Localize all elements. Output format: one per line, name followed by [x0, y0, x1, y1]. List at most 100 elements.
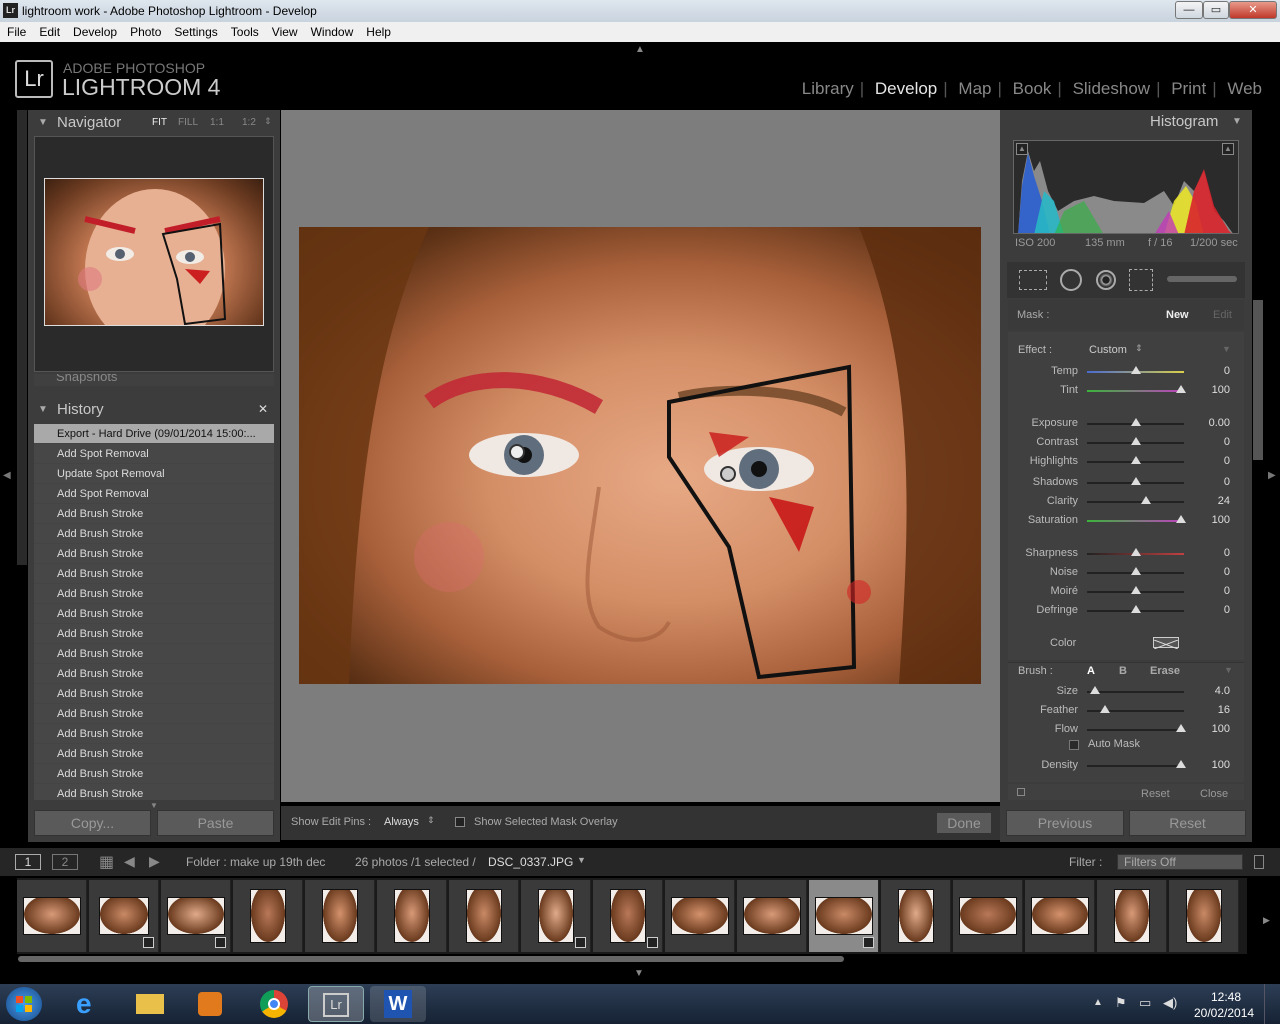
chrome-icon[interactable] [246, 986, 302, 1022]
history-item[interactable]: Add Brush Stroke [34, 724, 274, 744]
moire-slider-handle[interactable] [1130, 586, 1141, 594]
filmstrip-thumbnail[interactable] [99, 897, 149, 935]
saturation-value[interactable]: 100 [1190, 514, 1230, 526]
menu-view[interactable]: View [265, 22, 304, 39]
start-button[interactable] [6, 987, 42, 1021]
history-item[interactable]: Add Brush Stroke [34, 704, 274, 724]
filmstrip-thumbnail[interactable] [167, 897, 225, 935]
filmstrip-thumbnail[interactable] [23, 897, 81, 935]
grid-view-icon[interactable]: ▦ [99, 852, 114, 872]
module-print[interactable]: Print [1165, 79, 1212, 98]
selected-filename[interactable]: DSC_0337.JPG [488, 855, 573, 869]
mask-edit-button[interactable]: Edit [1213, 309, 1232, 321]
mask-overlay-checkbox[interactable] [455, 817, 465, 827]
show-desktop-button[interactable] [1264, 984, 1280, 1024]
mask-new-button[interactable]: New [1166, 309, 1189, 321]
panel-switch-icon[interactable] [1017, 788, 1025, 796]
history-item[interactable]: Add Spot Removal [34, 484, 274, 504]
filmstrip-thumbnail[interactable] [898, 889, 934, 943]
size-slider-handle[interactable] [1089, 686, 1100, 694]
filmstrip-thumbnail[interactable] [815, 897, 873, 935]
history-item[interactable]: Add Brush Stroke [34, 664, 274, 684]
filmstrip-cell[interactable] [593, 880, 663, 952]
filmstrip-cell[interactable] [737, 880, 807, 952]
adjustment-brush-icon[interactable] [1167, 276, 1237, 282]
collapse-bottom-icon[interactable]: ▼ [634, 968, 644, 979]
noise-slider-handle[interactable] [1130, 567, 1141, 575]
history-item[interactable]: Add Brush Stroke [34, 684, 274, 704]
brush-a-button[interactable]: A [1087, 665, 1095, 677]
history-item[interactable]: Add Brush Stroke [34, 524, 274, 544]
paste-settings-button[interactable]: Paste [157, 810, 274, 836]
module-develop[interactable]: Develop [869, 79, 943, 98]
filmstrip-thumbnail[interactable] [1031, 897, 1089, 935]
reset-button[interactable]: Reset [1129, 810, 1246, 836]
filmstrip-thumbnail[interactable] [466, 889, 502, 943]
filmstrip-thumbnail[interactable] [1186, 889, 1222, 943]
filmstrip-thumbnail[interactable] [959, 897, 1017, 935]
filter-select[interactable]: Filters Off [1117, 854, 1243, 870]
history-item[interactable]: Add Brush Stroke [34, 744, 274, 764]
history-item[interactable]: Add Spot Removal [34, 444, 274, 464]
clock-time[interactable]: 12:48 [1211, 990, 1241, 1004]
history-item[interactable]: Add Brush Stroke [34, 784, 274, 800]
menu-edit[interactable]: Edit [32, 22, 66, 39]
filmstrip-scroll-right-icon[interactable]: ▶ [1263, 915, 1270, 926]
edit-pins-select[interactable]: Always [384, 816, 419, 828]
highlight-clipping-icon[interactable]: ▲ [1222, 143, 1234, 155]
menu-photo[interactable]: Photo [123, 22, 167, 39]
primary-screen-button[interactable]: 1 [15, 854, 41, 870]
brush-collapse-icon[interactable]: ▼ [1224, 665, 1233, 675]
volume-icon[interactable]: ◀) [1163, 995, 1177, 1011]
menu-help[interactable]: Help [359, 22, 397, 39]
clarity-value[interactable]: 24 [1190, 495, 1230, 507]
done-button[interactable]: Done [936, 812, 992, 834]
history-scroll-down-icon[interactable]: ▼ [150, 801, 158, 810]
zoom-1-1[interactable]: 1:1 [210, 117, 224, 128]
edit-pins-dropdown-icon[interactable]: ⇕ [427, 815, 435, 826]
filmstrip-cell[interactable] [1169, 880, 1239, 952]
menu-window[interactable]: Window [304, 22, 360, 39]
sharpness-slider-handle[interactable] [1130, 548, 1141, 556]
saturation-slider[interactable] [1087, 520, 1184, 522]
defringe-slider-handle[interactable] [1130, 605, 1141, 613]
moire-value[interactable]: 0 [1190, 585, 1230, 597]
filmstrip-cell[interactable] [665, 880, 735, 952]
filmstrip-thumbnail[interactable] [610, 889, 646, 943]
tint-slider[interactable] [1087, 390, 1184, 392]
density-slider-handle[interactable] [1176, 760, 1187, 768]
clarity-slider[interactable] [1087, 501, 1184, 503]
collapse-top-icon[interactable]: ▲ [635, 44, 645, 55]
history-collapse-icon[interactable]: ▼ [38, 404, 48, 415]
temp-slider-handle[interactable] [1130, 366, 1141, 374]
exposure-slider-handle[interactable] [1130, 418, 1141, 426]
filmstrip-thumbnail[interactable] [250, 889, 286, 943]
collapse-right-icon[interactable]: ▶ [1268, 470, 1276, 481]
filmstrip-cell[interactable] [1097, 880, 1167, 952]
filmstrip-thumbnail[interactable] [671, 897, 729, 935]
filmstrip-cell[interactable] [233, 880, 303, 952]
zoom-dropdown-icon[interactable]: ⇕ [264, 116, 272, 127]
color-swatch[interactable] [1153, 637, 1179, 650]
red-eye-icon[interactable] [1096, 270, 1116, 290]
auto-mask-checkbox[interactable] [1069, 740, 1079, 750]
filmstrip-cell[interactable] [89, 880, 159, 952]
shadows-value[interactable]: 0 [1190, 476, 1230, 488]
history-item-selected[interactable]: Export - Hard Drive (09/01/2014 15:00:..… [34, 424, 274, 444]
highlights-slider-handle[interactable] [1130, 456, 1141, 464]
filename-dropdown-icon[interactable]: ▼ [577, 855, 586, 865]
shadow-clipping-icon[interactable]: ▲ [1016, 143, 1028, 155]
filmstrip-cell[interactable] [1025, 880, 1095, 952]
edit-pin[interactable] [509, 444, 525, 460]
shadows-slider-handle[interactable] [1130, 477, 1141, 485]
contrast-slider-handle[interactable] [1130, 437, 1141, 445]
left-panel-scrollbar[interactable] [17, 110, 27, 565]
zoom-fill[interactable]: FILL [178, 117, 198, 128]
graduated-filter-icon[interactable] [1129, 269, 1153, 291]
network-icon[interactable]: ▭ [1139, 995, 1151, 1011]
zoom-fit[interactable]: FIT [152, 117, 167, 128]
density-slider[interactable] [1087, 765, 1184, 767]
clock-date[interactable]: 20/02/2014 [1194, 1006, 1254, 1020]
history-item[interactable]: Add Brush Stroke [34, 584, 274, 604]
filmstrip-cell-selected[interactable] [809, 880, 879, 952]
